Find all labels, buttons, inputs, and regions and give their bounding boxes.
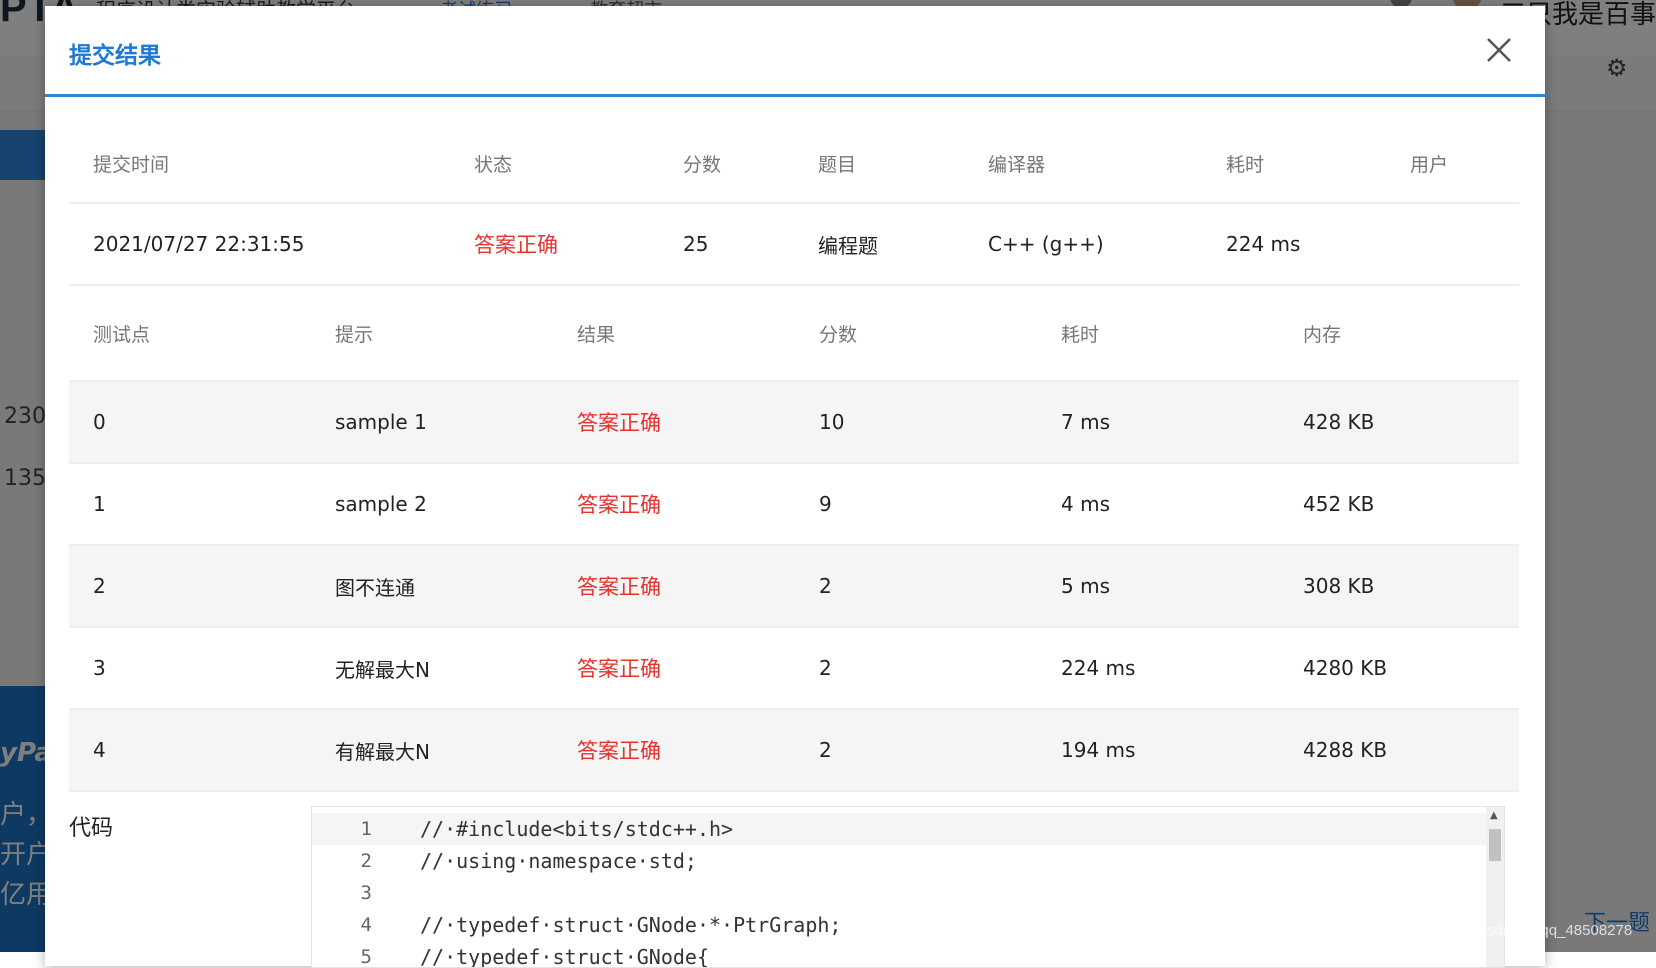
testcase-hint: 图不连通 <box>335 575 415 600</box>
col-header-score: 分数 <box>683 153 722 176</box>
compiler: C++ (g++) <box>988 232 1104 256</box>
code-label: 代码 <box>69 816 114 841</box>
testcase-memory: 452 KB <box>1303 492 1375 516</box>
scrollbar-thumb[interactable] <box>1489 829 1501 861</box>
code-viewer[interactable]: 1 //·#include<bits/stdc++.h> 2 //·using·… <box>311 806 1505 968</box>
testcase-id: 4 <box>93 738 106 762</box>
testcase-score: 2 <box>819 656 832 680</box>
col-header-problem: 题目 <box>818 153 857 176</box>
code-line: 3 <box>312 877 1492 909</box>
table-row: 4 有解最大N 答案正确 2 194 ms 4288 KB <box>69 710 1519 792</box>
testcase-result: 答案正确 <box>577 493 661 517</box>
total-score: 25 <box>683 232 709 256</box>
testcase-memory: 428 KB <box>1303 410 1375 434</box>
testcase-table: 测试点 提示 结果 分数 耗时 内存 0 sample 1 答案正确 10 7 … <box>69 286 1519 792</box>
table-row: 2 图不连通 答案正确 2 5 ms 308 KB <box>69 546 1519 628</box>
testcase-time: 194 ms <box>1061 738 1136 762</box>
submission-result-dialog: 提交结果 提交时间 状态 分数 题目 编译器 耗时 用户 2021/07/27 … <box>45 6 1545 968</box>
code-line: 4 //·typedef·struct·GNode·*·PtrGraph; <box>312 909 1492 941</box>
table-row: 1 sample 2 答案正确 9 4 ms 452 KB <box>69 464 1519 546</box>
dialog-header: 提交结果 <box>45 6 1545 97</box>
code-text: //·typedef·struct·GNode·*·PtrGraph; <box>420 913 842 937</box>
summary-header-row: 提交时间 状态 分数 题目 编译器 耗时 用户 <box>69 124 1519 204</box>
testcase-result: 答案正确 <box>577 411 661 435</box>
summary-table: 提交时间 状态 分数 题目 编译器 耗时 用户 2021/07/27 22:31… <box>69 124 1519 286</box>
code-line: 2 //·using·namespace·std; <box>312 845 1492 877</box>
testcase-memory: 4280 KB <box>1303 656 1388 680</box>
col-header-time: 耗时 <box>1061 323 1100 346</box>
line-number: 2 <box>360 850 372 872</box>
close-button[interactable] <box>1483 34 1515 66</box>
testcase-time: 224 ms <box>1061 656 1136 680</box>
code-line: 5 //·typedef·struct·GNode{ <box>312 941 1492 968</box>
elapsed-time: 224 ms <box>1226 232 1301 256</box>
problem-type: 编程题 <box>818 233 878 258</box>
testcase-hint: 无解最大N <box>335 657 430 682</box>
testcase-score: 9 <box>819 492 832 516</box>
col-header-submit-time: 提交时间 <box>93 153 170 176</box>
testcase-time: 7 ms <box>1061 410 1110 434</box>
dialog-title: 提交结果 <box>69 43 161 69</box>
code-line: 1 //·#include<bits/stdc++.h> <box>312 813 1492 845</box>
testcase-header-row: 测试点 提示 结果 分数 耗时 内存 <box>69 286 1519 382</box>
col-header-status: 状态 <box>474 153 513 176</box>
col-header-hint: 提示 <box>335 323 374 346</box>
testcase-result: 答案正确 <box>577 657 661 681</box>
testcase-hint: 有解最大N <box>335 739 430 764</box>
code-text: //·#include<bits/stdc++.h> <box>420 817 734 841</box>
col-header-memory: 内存 <box>1303 323 1342 346</box>
table-row: 3 无解最大N 答案正确 2 224 ms 4280 KB <box>69 628 1519 710</box>
testcase-score: 10 <box>819 410 845 434</box>
watermark: https://blog.csdn.net/qq_48508278 <box>1402 922 1633 939</box>
status-badge: 答案正确 <box>474 233 558 257</box>
code-scrollbar[interactable]: ▲ <box>1486 807 1504 967</box>
code-text: //·typedef·struct·GNode{ <box>420 945 709 968</box>
table-row: 0 sample 1 答案正确 10 7 ms 428 KB <box>69 382 1519 464</box>
testcase-time: 4 ms <box>1061 492 1110 516</box>
testcase-id: 0 <box>93 410 106 434</box>
col-header-compiler: 编译器 <box>988 153 1046 176</box>
testcase-result: 答案正确 <box>577 739 661 763</box>
testcase-id: 2 <box>93 574 106 598</box>
col-header-result: 结果 <box>577 323 616 346</box>
line-number: 3 <box>360 882 372 904</box>
testcase-id: 1 <box>93 492 106 516</box>
code-text: //·using·namespace·std; <box>420 849 697 873</box>
submit-time: 2021/07/27 22:31:55 <box>93 232 305 256</box>
testcase-hint: sample 2 <box>335 492 427 516</box>
line-number: 4 <box>360 914 372 936</box>
summary-row: 2021/07/27 22:31:55 答案正确 25 编程题 C++ (g++… <box>69 204 1519 286</box>
line-number: 1 <box>360 818 372 840</box>
testcase-id: 3 <box>93 656 106 680</box>
col-header-user: 用户 <box>1410 153 1449 176</box>
testcase-score: 2 <box>819 738 832 762</box>
col-header-testcase: 测试点 <box>93 323 151 346</box>
testcase-result: 答案正确 <box>577 575 661 599</box>
scroll-up-arrow-icon[interactable]: ▲ <box>1490 811 1498 821</box>
testcase-hint: sample 1 <box>335 410 427 434</box>
line-number: 5 <box>360 946 372 968</box>
close-icon <box>1487 38 1511 62</box>
testcase-score: 2 <box>819 574 832 598</box>
col-header-score: 分数 <box>819 323 858 346</box>
testcase-memory: 4288 KB <box>1303 738 1388 762</box>
testcase-time: 5 ms <box>1061 574 1110 598</box>
testcase-memory: 308 KB <box>1303 574 1375 598</box>
col-header-elapsed: 耗时 <box>1226 153 1265 176</box>
